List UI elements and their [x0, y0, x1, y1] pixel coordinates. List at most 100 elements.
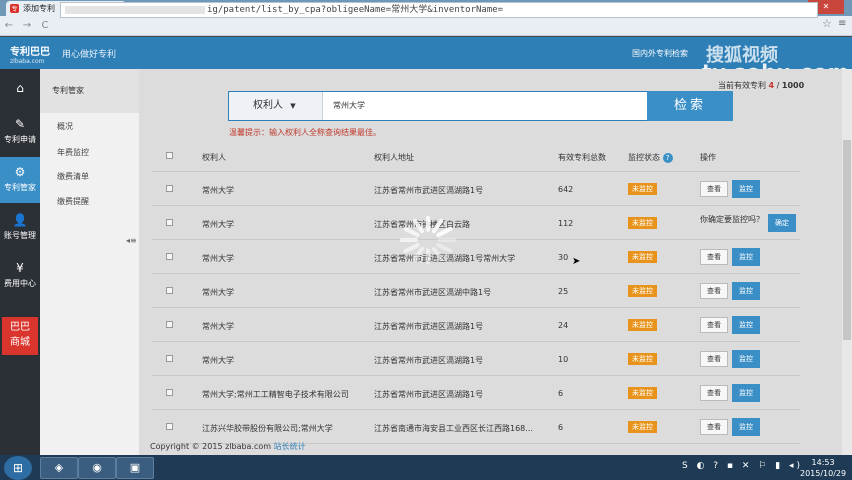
monitor-button[interactable]: 监控 — [732, 316, 760, 334]
cell-holder: 常州大学 — [202, 220, 234, 229]
table-row: 常州大学 江苏省常州市武进区滆湖路1号 24 未监控 查看 监控 — [152, 308, 800, 342]
nav-patent-butler[interactable]: ⚙ 专利管家 — [0, 157, 40, 203]
scrollbar-thumb[interactable] — [843, 140, 851, 340]
reload-icon[interactable]: C — [36, 20, 54, 31]
start-button[interactable]: ⊞ — [4, 456, 32, 480]
spinner-spoke — [436, 226, 453, 237]
search-bar: 权利人 ▼ 常州大学 检索 — [228, 91, 733, 121]
status-badge: 未监控 — [628, 353, 657, 365]
shop-label-2: 商城 — [10, 337, 30, 348]
cell-count: 112 — [558, 219, 574, 228]
site-stats-link[interactable]: 站长统计 — [274, 442, 306, 451]
confirm-ok-button[interactable]: 确定 — [768, 214, 796, 232]
view-button[interactable]: 查看 — [700, 351, 728, 367]
cell-count: 10 — [558, 355, 569, 364]
cell-count: 25 — [558, 287, 569, 296]
taskbar-clock[interactable]: 14:53 2015/10/29 — [800, 457, 846, 479]
table-header: 权利人 权利人地址 有效专利总数 监控状态 ? 操作 — [152, 140, 800, 172]
left-nav: ⌂ ✎ 专利申请 ⚙ 专利管家 👤 账号管理 ¥ 费用中心 巴巴 商城 — [0, 69, 40, 455]
stat-sep: / — [776, 81, 780, 90]
bookmark-star-icon[interactable]: ☆ — [822, 17, 832, 30]
table-row: 常州大学 江苏省常州市武进区滆湖路1号 10 未监控 查看 监控 — [152, 342, 800, 376]
view-button[interactable]: 查看 — [700, 419, 728, 435]
cell-count: 6 — [558, 389, 564, 398]
submenu-item-payment-list[interactable]: 缴费清单 — [57, 171, 89, 182]
view-button[interactable]: 查看 — [700, 249, 728, 265]
table-row: 常州大学 江苏省常州市武进区滆湖路1号常州大学 30 未监控 查看 监控 — [152, 240, 800, 274]
row-checkbox[interactable] — [166, 355, 173, 362]
submenu-item-fee-monitor[interactable]: 年费监控 — [57, 147, 89, 158]
row-checkbox[interactable] — [166, 185, 173, 192]
cell-address: 江苏省南通市海安县工业西区长江西路168... — [374, 424, 533, 433]
address-bar[interactable]: ig/patent/list_by_cpa?obligeeName=常州大学&i… — [60, 2, 818, 18]
row-checkbox[interactable] — [166, 287, 173, 294]
header-ops: 操作 — [700, 153, 716, 162]
nav-label: 专利管家 — [4, 183, 36, 192]
cell-holder: 常州大学 — [202, 186, 234, 195]
cell-holder: 常州大学 — [202, 254, 234, 263]
header-count: 有效专利总数 — [558, 153, 606, 162]
monitor-button[interactable]: 监控 — [732, 350, 760, 368]
confirm-monitor-prompt: 你确定要监控吗？ — [700, 215, 764, 224]
row-checkbox[interactable] — [166, 253, 173, 260]
forward-icon[interactable]: → — [18, 20, 36, 31]
header-status-label: 监控状态 — [628, 153, 660, 162]
submenu-item-overview[interactable]: 概况 — [57, 121, 73, 132]
system-tray[interactable]: S ◐ ? ▪ ✕ ⚐ ▮ ◂) — [682, 461, 803, 471]
select-all-checkbox[interactable] — [166, 152, 173, 159]
cell-count: 24 — [558, 321, 569, 330]
monitor-button[interactable]: 监控 — [732, 180, 760, 198]
monitor-button[interactable]: 监控 — [732, 282, 760, 300]
row-checkbox[interactable] — [166, 219, 173, 226]
search-input[interactable]: 常州大学 — [333, 92, 633, 120]
search-button[interactable]: 检索 — [647, 91, 733, 121]
address-text: ig/patent/list_by_cpa?obligeeName=常州大学&i… — [207, 5, 504, 15]
help-icon[interactable]: ? — [662, 153, 673, 163]
site-favicon-icon: 专 — [10, 4, 19, 13]
monitor-button[interactable]: 监控 — [732, 384, 760, 402]
nav-home[interactable]: ⌂ — [0, 69, 40, 109]
view-button[interactable]: 查看 — [700, 385, 728, 401]
browser-menu-icon[interactable]: ≡ — [838, 18, 846, 29]
brand-domain: zlbaba.com — [10, 58, 45, 65]
nav-account[interactable]: 👤 账号管理 — [0, 205, 40, 251]
search-type-select[interactable]: 权利人 ▼ — [229, 92, 323, 120]
spinner-spoke — [432, 218, 443, 234]
chevron-down-icon: ▼ — [290, 102, 296, 110]
cell-count: 30 — [558, 253, 569, 262]
back-icon[interactable]: ← — [0, 20, 18, 31]
submenu-item-payment-reminder[interactable]: 缴费提醒 — [57, 196, 89, 207]
cell-holder: 常州大学 — [202, 322, 234, 331]
shop-label-1: 巴巴 — [10, 322, 30, 333]
spinner-spoke — [436, 243, 453, 254]
spinner-spoke — [403, 226, 420, 237]
spinner-spoke — [432, 246, 443, 262]
brand-name: 专利巴巴 — [10, 47, 50, 58]
taskbar-app-1[interactable]: ◈ — [40, 457, 78, 479]
brand-logo[interactable]: 专利巴巴 zlbaba.com — [10, 43, 50, 65]
view-button[interactable]: 查看 — [700, 181, 728, 197]
patent-search-link[interactable]: 国内外专利检索 — [632, 48, 688, 59]
taskbar-app-3[interactable]: ▣ — [116, 457, 154, 479]
nav-patent-apply[interactable]: ✎ 专利申请 — [0, 109, 40, 155]
nav-billing[interactable]: ¥ 费用中心 — [0, 253, 40, 299]
view-button[interactable]: 查看 — [700, 283, 728, 299]
cell-count: 642 — [558, 185, 574, 194]
row-checkbox[interactable] — [166, 389, 173, 396]
site-header: 专利巴巴 zlbaba.com 用心做好专利 国内外专利检索 搜狐视频 tv.s… — [0, 37, 852, 84]
nav-shop[interactable]: 巴巴 商城 — [2, 317, 38, 355]
view-button[interactable]: 查看 — [700, 317, 728, 333]
spinner-spoke — [413, 218, 424, 234]
row-checkbox[interactable] — [166, 423, 173, 430]
table-row: 常州大学 江苏省常州市武进区滆湖路1号 642 未监控 查看 监控 — [152, 172, 800, 206]
cell-count: 6 — [558, 423, 564, 432]
edit-icon: ✎ — [14, 117, 26, 131]
row-checkbox[interactable] — [166, 321, 173, 328]
collapse-menu-icon[interactable]: ◂≡ — [126, 236, 137, 245]
status-badge: 未监控 — [628, 183, 657, 195]
taskbar-app-chrome[interactable]: ◉ — [78, 457, 116, 479]
footer: Copyright © 2015 zlbaba.com 站长统计 — [150, 441, 306, 452]
monitor-button[interactable]: 监控 — [732, 418, 760, 436]
status-badge: 未监控 — [628, 217, 657, 229]
monitor-button[interactable]: 监控 — [732, 248, 760, 266]
